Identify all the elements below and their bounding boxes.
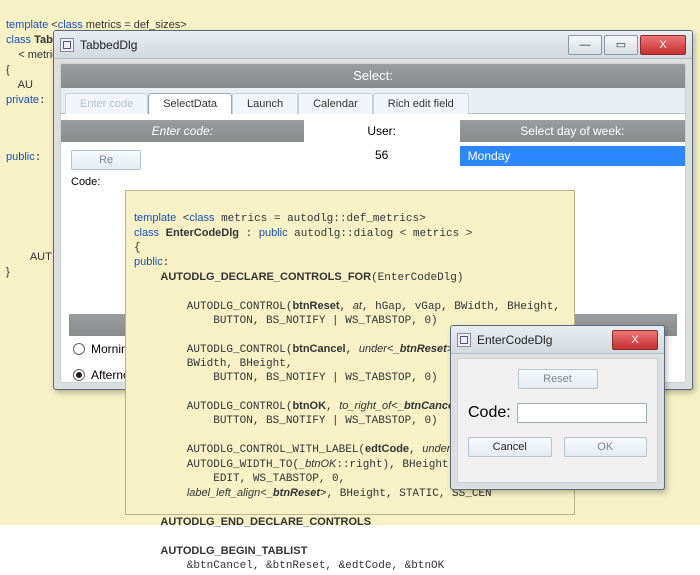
radio-icon	[73, 369, 85, 381]
window-title: EnterCodeDlg	[477, 333, 610, 347]
client-area: Reset Code: Cancel OK	[457, 358, 658, 483]
tab-launch[interactable]: Launch	[232, 93, 298, 114]
titlebar[interactable]: TabbedDlg — ▭ X	[54, 31, 692, 59]
close-button[interactable]: X	[612, 330, 658, 350]
enter-code-dialog-window: EnterCodeDlg X Reset Code: Cancel OK	[450, 325, 665, 490]
code-input[interactable]	[517, 403, 647, 423]
day-option-selected[interactable]: Monday	[460, 146, 685, 166]
tab-rich-edit[interactable]: Rich edit field	[373, 93, 469, 114]
tab-enter-code[interactable]: Enter code	[65, 93, 148, 114]
tab-strip: Enter code SelectData Launch Calendar Ri…	[61, 88, 685, 114]
code-label: Code:	[71, 176, 100, 188]
tab-select-data[interactable]: SelectData	[148, 93, 232, 114]
ok-button[interactable]: OK	[564, 437, 648, 457]
minimize-button[interactable]: —	[568, 35, 602, 55]
maximize-button[interactable]: ▭	[604, 35, 638, 55]
close-button[interactable]: X	[640, 35, 686, 55]
user-value: 56	[304, 142, 460, 162]
titlebar[interactable]: EnterCodeDlg X	[451, 326, 664, 354]
radio-icon	[73, 343, 85, 355]
col-header-user: User:	[304, 120, 460, 142]
col-header-day: Select day of week:	[460, 120, 685, 142]
app-icon	[457, 333, 471, 347]
window-title: TabbedDlg	[80, 38, 566, 52]
cancel-button[interactable]: Cancel	[468, 437, 552, 457]
select-header: Select:	[61, 64, 685, 88]
col-header-enter-code: Enter code:	[61, 120, 304, 142]
reset-button[interactable]: Reset	[518, 369, 598, 389]
app-icon	[60, 38, 74, 52]
code-label: Code:	[468, 404, 511, 422]
reset-button-clipped[interactable]: Re	[71, 150, 141, 170]
tab-calendar[interactable]: Calendar	[298, 93, 373, 114]
